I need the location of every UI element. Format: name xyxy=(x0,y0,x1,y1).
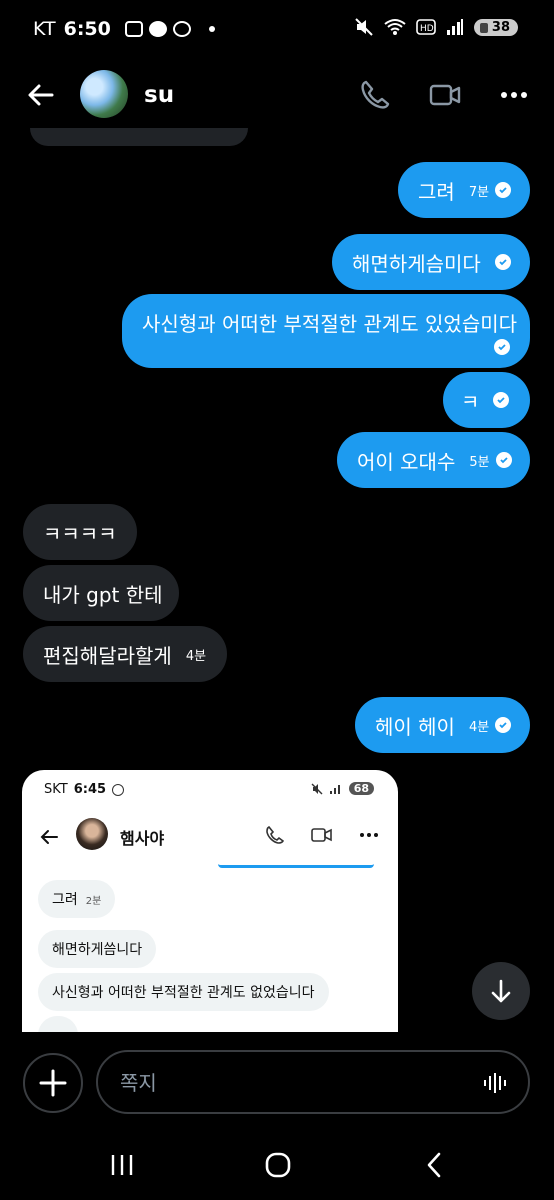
plus-icon xyxy=(39,1069,67,1097)
attachment-avatar xyxy=(76,818,108,850)
more-options-button[interactable] xyxy=(498,78,532,112)
message-bubble-sent[interactable]: 어이 오대수 5분 xyxy=(337,432,530,488)
attachment-contact-name: 햄사야 xyxy=(120,829,165,848)
chat-notification-icon xyxy=(148,21,167,37)
attachment-battery: 68 xyxy=(348,782,374,795)
system-back-button[interactable] xyxy=(414,1150,454,1180)
attachment-message: 해면하게씀니다 xyxy=(38,930,157,968)
conversation-header: su xyxy=(0,62,554,128)
avatar[interactable] xyxy=(80,70,128,118)
message-bubble-partial xyxy=(30,128,248,146)
attachment-message-text: 사신형과 어떠한 부적절한 관계도 없었습니다 xyxy=(52,985,315,1001)
read-check-icon xyxy=(495,182,512,198)
mute-icon xyxy=(311,783,323,794)
video-call-button[interactable] xyxy=(428,78,462,112)
attachment-message-partial xyxy=(38,1016,78,1032)
message-bubble-sent[interactable]: 해면하게슴미다 xyxy=(332,234,530,290)
contact-name[interactable]: su xyxy=(144,82,174,108)
mute-icon xyxy=(355,18,373,36)
recent-apps-button[interactable] xyxy=(102,1150,142,1180)
voice-message-icon[interactable] xyxy=(482,1070,508,1096)
arrow-left-icon xyxy=(28,84,54,106)
carrier-label: KT xyxy=(33,18,56,40)
message-time: 5분 xyxy=(469,454,490,470)
scroll-to-bottom-button[interactable] xyxy=(472,962,530,1020)
arrow-left-icon xyxy=(40,830,58,844)
home-icon xyxy=(265,1152,291,1178)
weather-icon xyxy=(172,21,191,37)
attachment-message-time: 2분 xyxy=(85,895,102,907)
recents-icon xyxy=(111,1155,133,1175)
clock: 6:50 xyxy=(63,18,111,40)
attachment-message-text: 해면하게씀니다 xyxy=(52,942,143,958)
video-icon xyxy=(311,828,332,842)
attachment-status-bar: SKT 6:45 xyxy=(44,782,125,797)
attachment-message-text: 그려 xyxy=(52,892,78,908)
attachment-message: 사신형과 어떠한 부적절한 관계도 없었습니다 xyxy=(38,973,329,1011)
call-button[interactable] xyxy=(358,78,392,112)
message-bubble-sent[interactable]: 헤이 헤이 4분 xyxy=(355,697,530,753)
message-bubble-received[interactable]: 내가 gpt 한테 xyxy=(23,565,179,621)
read-check-icon xyxy=(494,254,511,270)
attachment-time: 6:45 xyxy=(73,782,107,797)
message-text: 편집해달라할게 xyxy=(43,643,172,668)
chevron-left-icon xyxy=(427,1152,441,1178)
more-horizontal-icon xyxy=(360,833,378,837)
arrow-down-icon xyxy=(491,979,511,1003)
message-text: 사신형과 어떠한 부적절한 관계도 있었습미다 xyxy=(142,311,518,336)
read-check-icon xyxy=(494,338,510,355)
signal-icon xyxy=(446,19,463,35)
message-text: ㅋㅋㅋㅋ xyxy=(43,521,117,546)
status-bar: KT 6:50 HD 38 xyxy=(0,0,554,62)
system-navigation-bar xyxy=(0,1130,554,1200)
message-text: 그려 xyxy=(418,179,455,204)
wifi-icon xyxy=(384,19,406,35)
read-check-icon xyxy=(495,452,512,468)
phone-icon xyxy=(266,825,285,844)
attachment-status-icons: 68 xyxy=(311,782,374,795)
message-bubble-sent[interactable]: 사신형과 어떠한 부적절한 관계도 있었습미다 xyxy=(122,294,530,368)
message-input[interactable] xyxy=(120,1068,480,1098)
image-attachment[interactable]: SKT 6:45 68 햄사야 그려 2분 해면하게씀니다 사신형과 어떠한 부… xyxy=(22,770,398,1032)
message-time: 4분 xyxy=(468,719,490,735)
signal-icon xyxy=(329,784,340,794)
hd-icon: HD xyxy=(416,19,436,35)
attachment-header: 햄사야 xyxy=(22,816,398,856)
read-check-icon xyxy=(493,392,510,408)
more-horizontal-icon xyxy=(501,92,527,98)
message-bubble-received[interactable]: 편집해달라할게 4분 xyxy=(23,626,227,682)
attachment-carrier: SKT xyxy=(44,782,68,797)
attachment-message: 그려 2분 xyxy=(38,880,116,918)
message-text: ㅋ xyxy=(461,389,480,414)
message-text: 헤이 헤이 xyxy=(375,714,455,739)
message-composer[interactable] xyxy=(96,1050,530,1114)
message-time: 7분 xyxy=(468,184,490,200)
video-icon xyxy=(429,84,461,106)
svg-text:HD: HD xyxy=(420,24,434,34)
back-button[interactable] xyxy=(24,78,58,112)
message-text: 해면하게슴미다 xyxy=(352,251,481,276)
message-text: 내가 gpt 한테 xyxy=(43,582,163,607)
add-media-button[interactable] xyxy=(23,1053,83,1113)
message-bubble-sent[interactable]: 그려 7분 xyxy=(398,162,530,218)
read-check-icon xyxy=(495,717,512,733)
message-time: 4분 xyxy=(185,648,207,664)
attachment-partial-bubble xyxy=(218,864,374,868)
notification-dot-icon xyxy=(208,26,215,32)
home-button[interactable] xyxy=(258,1150,298,1180)
phone-icon xyxy=(361,80,390,109)
battery-indicator: 38 xyxy=(473,18,518,36)
message-bubble-received[interactable]: ㅋㅋㅋㅋ xyxy=(23,504,137,560)
message-bubble-sent[interactable]: ㅋ xyxy=(443,372,530,428)
message-text: 어이 오대수 xyxy=(357,449,456,474)
chat-icon xyxy=(112,783,125,796)
screenshot-icon xyxy=(124,21,143,37)
